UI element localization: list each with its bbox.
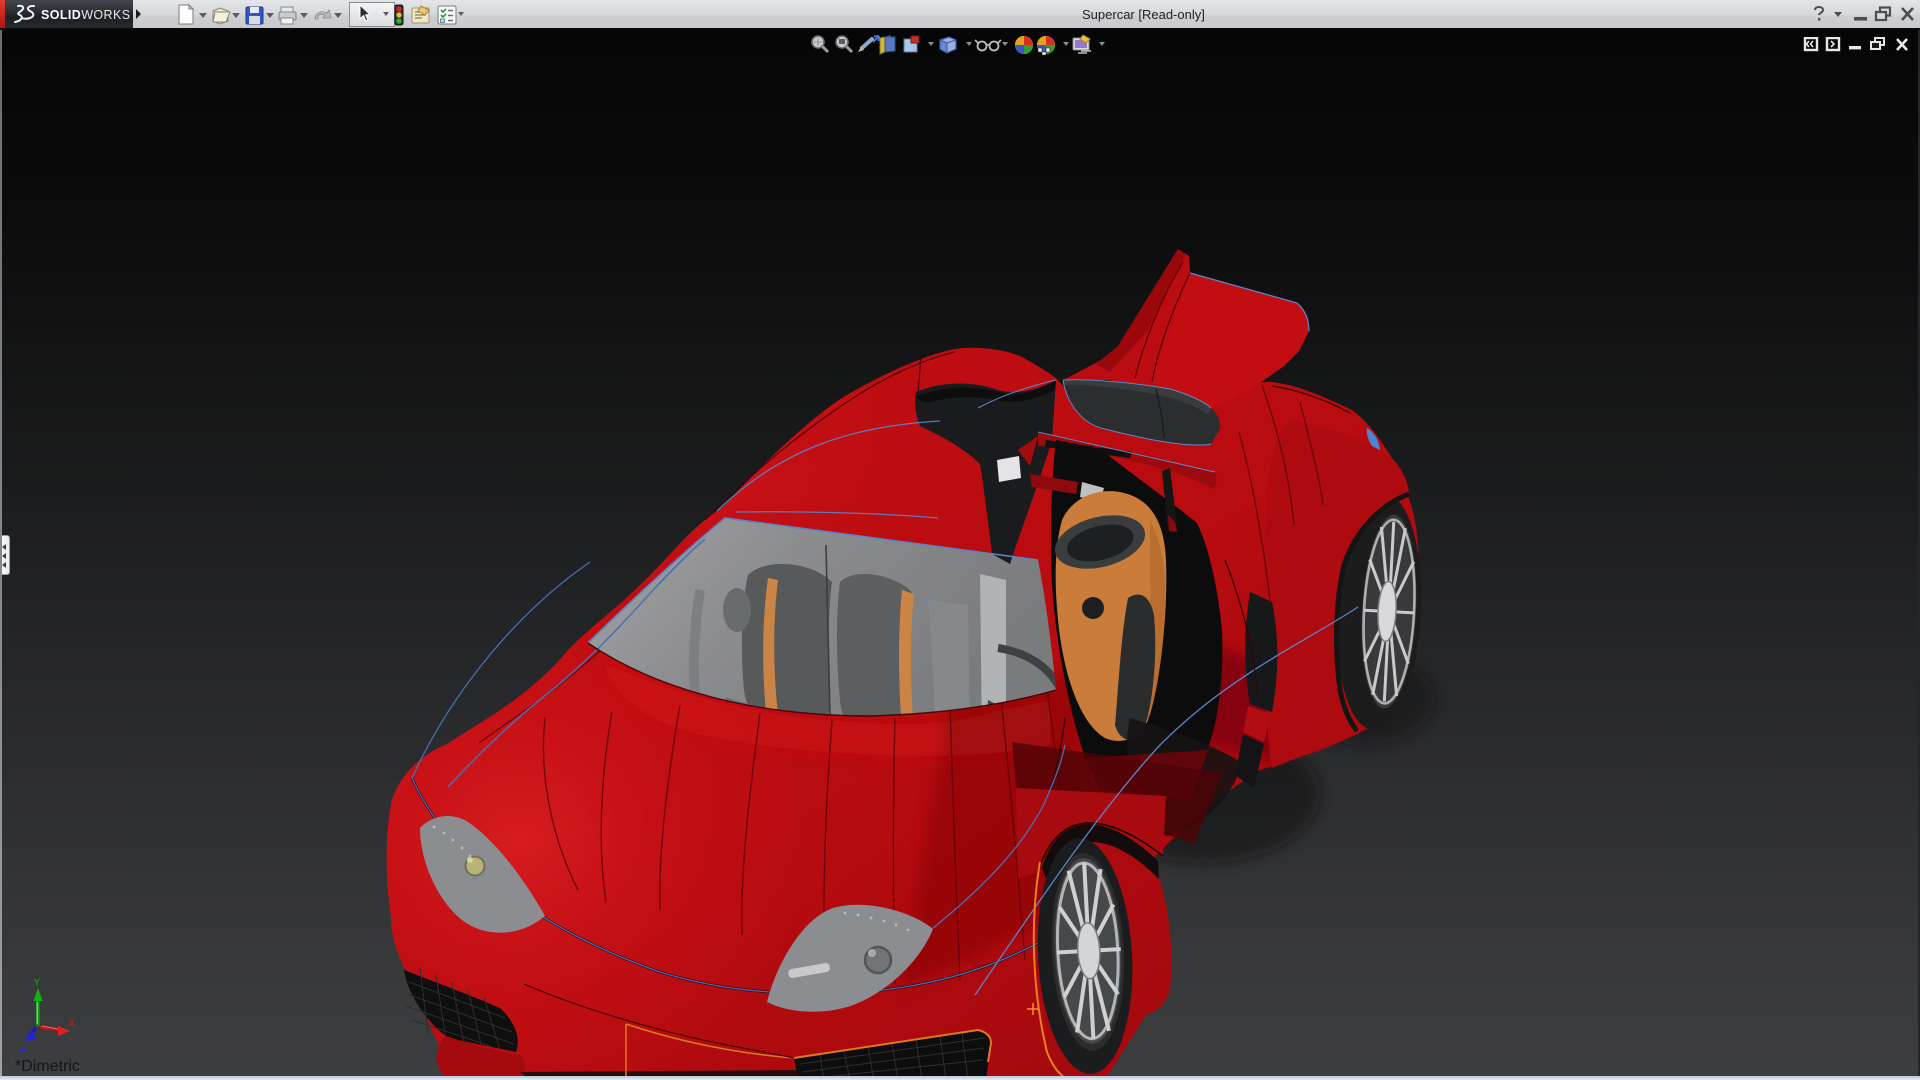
- svg-text:Y: Y: [34, 977, 40, 987]
- svg-text:X: X: [69, 1018, 75, 1028]
- svg-text:SOLIDWORKS: SOLIDWORKS: [41, 8, 130, 22]
- svg-text:Z: Z: [20, 1043, 25, 1053]
